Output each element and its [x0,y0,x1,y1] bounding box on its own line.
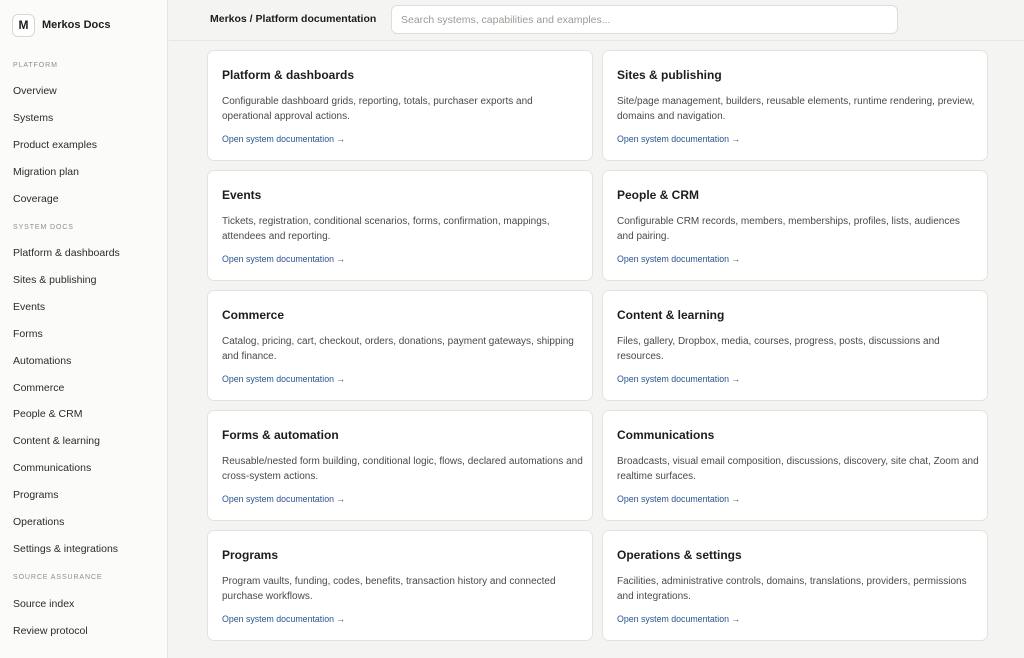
open-docs-link[interactable]: Open system documentation → [617,494,740,504]
sidebar-item-forms[interactable]: Forms [13,327,43,341]
system-card-programs[interactable]: Programs Program vaults, funding, codes,… [207,530,593,641]
card-description: Program vaults, funding, codes, benefits… [222,576,556,602]
card-title: Communications [617,428,715,442]
top-bar: Merkos / Platform documentation [169,0,1024,41]
card-description: Tickets, registration, conditional scena… [222,216,550,242]
card-description: Facilities, administrative controls, dom… [617,576,967,602]
card-title: People & CRM [617,188,700,202]
sidebar-item-people-crm[interactable]: People & CRM [13,407,82,421]
sidebar-item-review-protocol[interactable]: Review protocol [13,624,88,638]
system-card-people-crm[interactable]: People & CRM Configurable CRM records, m… [602,170,988,281]
section-label-platform: Platform [13,62,58,69]
app-name: Merkos Docs [42,19,111,31]
search-input[interactable] [391,5,898,34]
logo-icon: M [12,13,35,37]
system-card-platform-dashboards[interactable]: Platform & dashboards Configurable dashb… [207,50,593,161]
card-title: Content & learning [617,308,725,322]
card-description: Broadcasts, visual email composition, di… [617,456,979,482]
sidebar-item-events[interactable]: Events [13,300,45,314]
open-docs-link[interactable]: Open system documentation → [222,374,345,384]
system-card-events[interactable]: Events Tickets, registration, conditiona… [207,170,593,281]
open-docs-link[interactable]: Open system documentation → [222,494,345,504]
card-title: Operations & settings [617,548,742,562]
sidebar-item-migration-plan[interactable]: Migration plan [13,165,79,179]
open-docs-link[interactable]: Open system documentation → [222,614,345,624]
sidebar-item-operations[interactable]: Operations [13,515,64,529]
card-title: Forms & automation [222,428,339,442]
sidebar-item-coverage[interactable]: Coverage [13,192,59,206]
card-title: Platform & dashboards [222,68,355,82]
breadcrumb[interactable]: Merkos / Platform documentation [210,13,376,25]
card-description: Configurable dashboard grids, reporting,… [222,96,533,122]
card-description: Reusable/nested form building, condition… [222,456,583,482]
open-docs-link[interactable]: Open system documentation → [222,134,345,144]
sidebar-item-systems[interactable]: Systems [13,111,53,125]
sidebar-item-overview[interactable]: Overview [13,84,57,98]
card-description: Configurable CRM records, members, membe… [617,216,960,242]
sidebar-item-content-learning[interactable]: Content & learning [13,434,100,448]
open-docs-link[interactable]: Open system documentation → [617,614,740,624]
card-description: Files, gallery, Dropbox, media, courses,… [617,336,940,362]
sidebar-item-sites-publishing[interactable]: Sites & publishing [13,273,96,287]
open-docs-link[interactable]: Open system documentation → [617,134,740,144]
card-description: Catalog, pricing, cart, checkout, orders… [222,336,574,362]
card-description: Site/page management, builders, reusable… [617,96,975,122]
section-label-system-docs: System docs [13,224,74,231]
system-card-communications[interactable]: Communications Broadcasts, visual email … [602,410,988,521]
open-docs-link[interactable]: Open system documentation → [617,254,740,264]
sidebar-item-settings-integrations[interactable]: Settings & integrations [13,542,118,556]
system-card-forms-automation[interactable]: Forms & automation Reusable/nested form … [207,410,593,521]
card-title: Sites & publishing [617,68,722,82]
system-card-sites-publishing[interactable]: Sites & publishing Site/page management,… [602,50,988,161]
sidebar-item-commerce[interactable]: Commerce [13,381,64,395]
sidebar-item-automations[interactable]: Automations [13,354,71,368]
card-title: Events [222,188,262,202]
sidebar-item-communications[interactable]: Communications [13,461,91,475]
sidebar-item-product-examples[interactable]: Product examples [13,138,97,152]
brand[interactable]: M Merkos Docs [12,13,110,37]
section-label-source-assurance: Source assurance [13,574,103,581]
sidebar-item-programs[interactable]: Programs [13,488,59,502]
card-title: Commerce [222,308,285,322]
sidebar-item-source-index[interactable]: Source index [13,597,74,611]
sidebar: M Merkos Docs Platform Overview Systems … [0,0,168,658]
system-card-commerce[interactable]: Commerce Catalog, pricing, cart, checkou… [207,290,593,401]
open-docs-link[interactable]: Open system documentation → [617,374,740,384]
system-card-operations-settings[interactable]: Operations & settings Facilities, admini… [602,530,988,641]
card-title: Programs [222,548,279,562]
open-docs-link[interactable]: Open system documentation → [222,254,345,264]
sidebar-item-platform-dashboards[interactable]: Platform & dashboards [13,246,120,260]
system-card-content-learning[interactable]: Content & learning Files, gallery, Dropb… [602,290,988,401]
